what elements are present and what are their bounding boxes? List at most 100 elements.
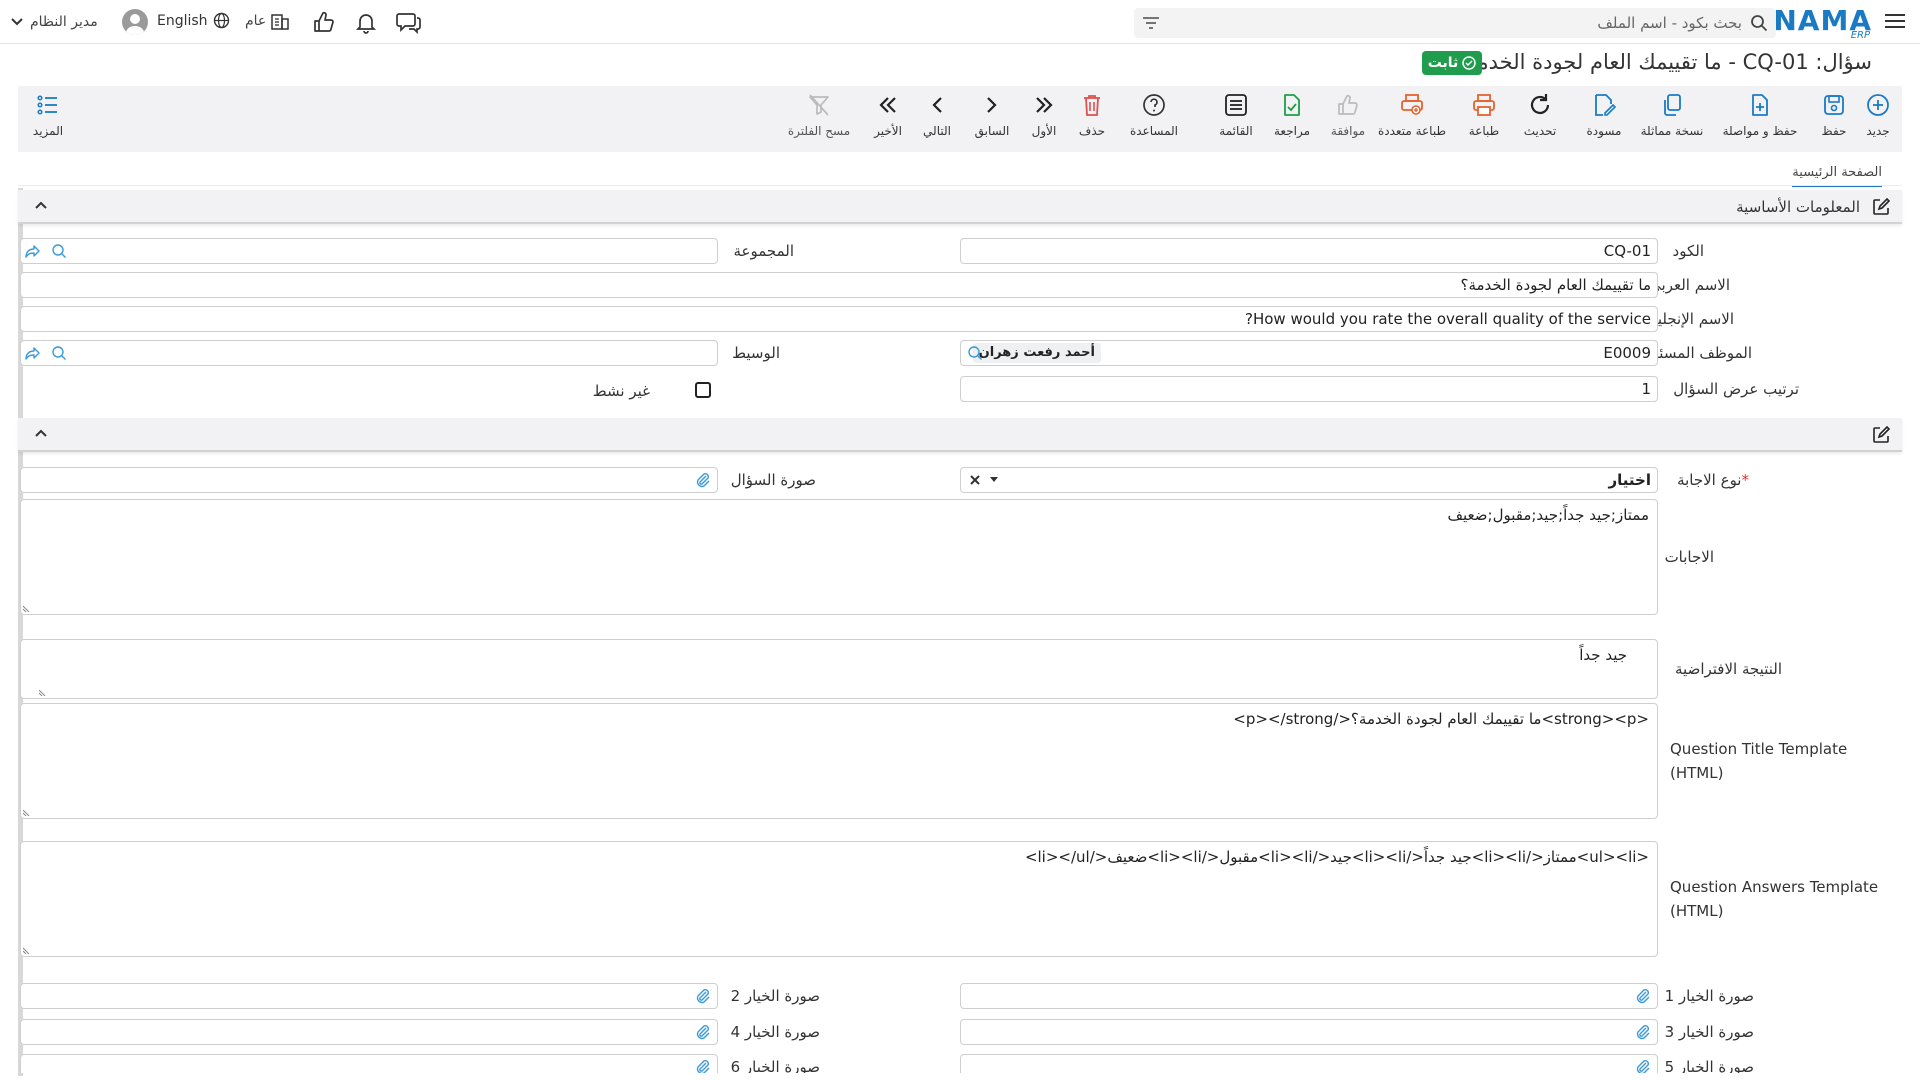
first-button[interactable]: الأول	[1026, 92, 1062, 148]
inactive-checkbox[interactable]	[695, 382, 711, 398]
answers-template-value: <ul><li>ممتاز</li><li>جيد جداً</li><li>ج…	[1024, 848, 1649, 866]
save-button[interactable]: حفظ	[1816, 92, 1852, 148]
delete-button[interactable]: حذف	[1074, 92, 1110, 148]
last-button[interactable]: الأخير	[870, 92, 906, 148]
review-label: مراجعة	[1273, 124, 1311, 138]
multi-print-label: طباعة متعددة	[1377, 124, 1446, 138]
option6-label: صورة الخيار 6	[730, 1058, 820, 1073]
option1-image-field[interactable]	[960, 983, 1658, 1009]
option1-label: صورة الخيار 1	[1664, 987, 1754, 1005]
paperclip-icon[interactable]	[695, 988, 711, 1004]
calendar-type-toggle[interactable]: عام	[245, 11, 290, 31]
save-continue-label: حفظ و مواصلة	[1722, 124, 1798, 138]
user-name: مدير النظام	[30, 14, 98, 30]
refresh-button[interactable]: تحديث	[1518, 92, 1562, 148]
list-label: القائمة	[1219, 124, 1253, 138]
first-label: الأول	[1031, 124, 1057, 138]
duplicate-button[interactable]: نسخة مماثلة	[1634, 92, 1710, 148]
search-plus-icon[interactable]	[51, 243, 67, 259]
file-check-icon	[1279, 92, 1305, 118]
resize-grip-icon[interactable]	[23, 808, 31, 816]
close-icon[interactable]	[969, 474, 981, 486]
resize-grip-icon[interactable]	[23, 604, 31, 612]
pencil-file-icon	[1591, 92, 1617, 118]
option4-label: صورة الخيار 4	[730, 1023, 820, 1041]
list-button[interactable]: القائمة	[1214, 92, 1258, 148]
answers-section-header[interactable]	[18, 418, 1902, 452]
duplicate-label: نسخة مماثلة	[1640, 124, 1704, 138]
bell-icon[interactable]	[354, 10, 380, 34]
group-field[interactable]	[20, 238, 718, 264]
answers-textarea[interactable]: ممتاز;جيد جداً;جيد;مقبول;ضعيف	[20, 499, 1658, 615]
code-label: الكود	[1672, 242, 1704, 260]
filter-lines-icon[interactable]	[1142, 15, 1160, 31]
approve-button[interactable]: موافقة	[1328, 92, 1368, 148]
edit-square-icon	[1872, 426, 1890, 444]
search-plus-icon[interactable]	[967, 345, 983, 361]
save-continue-button[interactable]: حفظ و مواصلة	[1718, 92, 1802, 148]
title-template-textarea[interactable]: <strong><p>ما تقييمك العام لجودة الخدمة؟…	[20, 703, 1658, 819]
paperclip-icon[interactable]	[1635, 1059, 1651, 1073]
display-order-field[interactable]: 1	[960, 376, 1658, 402]
answer-type-label-text: نوع الاجابة	[1677, 471, 1742, 489]
previous-button[interactable]: السابق	[970, 92, 1014, 148]
tab-main[interactable]: الصفحة الرئيسية	[1792, 165, 1882, 187]
chevron-up-icon[interactable]	[34, 428, 48, 438]
chevron-right-icon	[979, 92, 1005, 118]
user-menu[interactable]: مدير النظام	[10, 6, 148, 38]
draft-button[interactable]: مسودة	[1582, 92, 1626, 148]
paperclip-icon[interactable]	[1635, 1024, 1651, 1040]
more-button[interactable]: المزيد	[28, 92, 68, 148]
broker-field[interactable]	[20, 340, 718, 366]
file-plus-icon	[1747, 92, 1773, 118]
arabic-name-field[interactable]: ما تقييمك العام لجودة الخدمة؟	[20, 272, 1658, 298]
option4-image-field[interactable]	[20, 1019, 718, 1045]
english-name-field[interactable]: How would you rate the overall quality o…	[20, 306, 1658, 332]
paperclip-icon[interactable]	[1635, 988, 1651, 1004]
multi-print-button[interactable]: طباعة متعددة	[1374, 92, 1450, 148]
option5-image-field[interactable]	[960, 1054, 1658, 1073]
next-button[interactable]: التالي	[918, 92, 956, 148]
default-result-label: النتيجة الافتراضية	[1675, 660, 1782, 678]
answers-label: الاجابات	[1664, 548, 1714, 566]
chat-icon[interactable]	[396, 10, 422, 34]
option2-image-field[interactable]	[20, 983, 718, 1009]
chevron-up-icon[interactable]	[34, 200, 48, 210]
thumbs-up-icon[interactable]	[312, 10, 338, 34]
basic-info-section-header[interactable]: المعلومات الأساسية	[18, 190, 1902, 224]
resize-grip-icon[interactable]	[39, 688, 47, 696]
question-image-label: صورة السؤال	[730, 471, 816, 489]
question-circle-icon	[1141, 92, 1167, 118]
question-image-field[interactable]	[20, 467, 718, 493]
tab-bar: الصفحة الرئيسية	[1792, 162, 1882, 187]
check-circle-icon	[1462, 56, 1477, 70]
answers-template-textarea[interactable]: <ul><li>ممتاز</li><li>جيد جداً</li><li>ج…	[20, 841, 1658, 957]
search-input[interactable]	[1202, 8, 1742, 38]
share-arrow-icon[interactable]	[25, 345, 41, 361]
help-button[interactable]: المساعدة	[1124, 92, 1184, 148]
app-logo[interactable]: NAMA ERP	[1773, 4, 1872, 41]
option6-image-field[interactable]	[20, 1054, 718, 1073]
print-button[interactable]: طباعة	[1464, 92, 1504, 148]
search-plus-icon[interactable]	[51, 345, 67, 361]
paperclip-icon[interactable]	[695, 1024, 711, 1040]
paperclip-icon[interactable]	[695, 472, 711, 488]
title-template-value: <strong><p>ما تقييمك العام لجودة الخدمة؟…	[1233, 710, 1649, 728]
clear-filter-button[interactable]: مسح الفلترة	[788, 92, 850, 148]
search-icon[interactable]	[1750, 14, 1768, 32]
share-arrow-icon[interactable]	[25, 243, 41, 259]
employee-field[interactable]: E0009 أحمد رفعت زهران	[960, 340, 1658, 366]
default-result-textarea[interactable]: جيد جداً	[20, 639, 1658, 699]
code-field[interactable]: CQ-01	[960, 238, 1658, 264]
answer-type-select[interactable]: اختيار	[960, 467, 1658, 493]
review-button[interactable]: مراجعة	[1272, 92, 1312, 148]
title-template-label: Question Title Template (HTML)	[1670, 740, 1848, 782]
answer-type-label: *نوع الاجابة	[1677, 471, 1753, 489]
language-switch[interactable]: English	[157, 12, 230, 29]
paperclip-icon[interactable]	[695, 1059, 711, 1073]
resize-grip-icon[interactable]	[23, 946, 31, 954]
hamburger-menu-icon[interactable]	[1884, 11, 1908, 33]
caret-down-icon[interactable]	[989, 476, 999, 484]
new-button[interactable]: جديد	[1860, 92, 1896, 148]
option3-image-field[interactable]	[960, 1019, 1658, 1045]
